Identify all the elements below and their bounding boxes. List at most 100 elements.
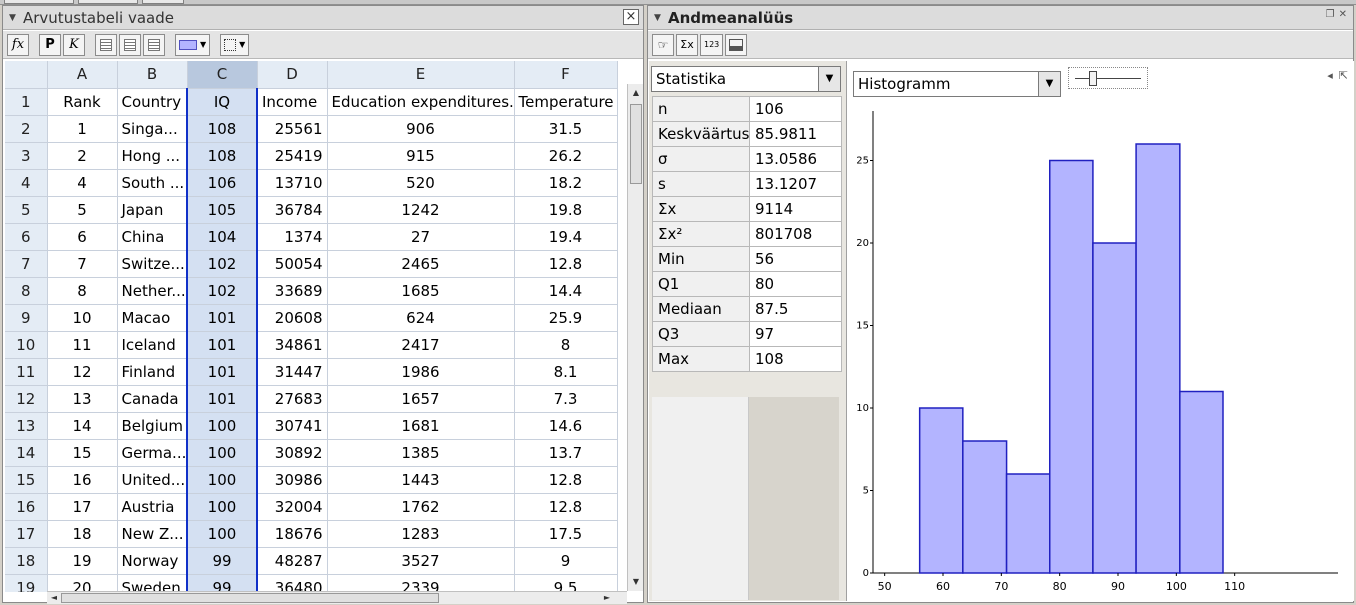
collapse-triangle-icon[interactable]: ▼ bbox=[9, 13, 23, 23]
cell[interactable]: 31.5 bbox=[514, 115, 618, 143]
row-header[interactable]: 9 bbox=[5, 304, 48, 332]
cell[interactable]: 101 bbox=[186, 331, 258, 359]
cell[interactable]: 100 bbox=[186, 412, 258, 440]
cell[interactable]: 1443 bbox=[327, 466, 515, 494]
cell[interactable]: 18.2 bbox=[514, 169, 618, 197]
cell[interactable]: 1685 bbox=[327, 277, 515, 305]
cell[interactable]: 20 bbox=[47, 574, 118, 592]
cell[interactable]: 100 bbox=[186, 520, 258, 548]
cell[interactable]: 16 bbox=[47, 466, 118, 494]
cell[interactable]: China bbox=[117, 223, 188, 251]
scroll-thumb[interactable] bbox=[61, 593, 439, 603]
cell[interactable]: 30892 bbox=[257, 439, 328, 467]
cell[interactable]: 5 bbox=[47, 196, 118, 224]
cell[interactable]: 1374 bbox=[257, 223, 328, 251]
cell[interactable]: 520 bbox=[327, 169, 515, 197]
cell[interactable]: 9 bbox=[514, 547, 618, 575]
cell[interactable]: Temperature bbox=[514, 88, 618, 116]
cell[interactable]: 19.8 bbox=[514, 196, 618, 224]
cell[interactable]: 101 bbox=[186, 385, 258, 413]
cell[interactable]: IQ bbox=[186, 88, 258, 116]
cell[interactable]: 30741 bbox=[257, 412, 328, 440]
row-header[interactable]: 13 bbox=[5, 412, 48, 440]
cell[interactable]: 2417 bbox=[327, 331, 515, 359]
row-header[interactable]: 17 bbox=[5, 520, 48, 548]
row-header[interactable]: 5 bbox=[5, 196, 48, 224]
swap-variables-button[interactable]: ☞ bbox=[652, 33, 674, 56]
vertical-scrollbar[interactable]: ▲ ▼ bbox=[627, 84, 643, 591]
scroll-up-icon[interactable]: ▲ bbox=[630, 86, 642, 100]
bold-button[interactable]: P bbox=[39, 33, 61, 56]
corner-cell[interactable] bbox=[5, 61, 48, 89]
fx-button[interactable]: fx bbox=[7, 33, 29, 56]
cell[interactable]: 6 bbox=[47, 223, 118, 251]
row-header[interactable]: 18 bbox=[5, 547, 48, 575]
cell[interactable]: 17 bbox=[47, 493, 118, 521]
row-header[interactable]: 4 bbox=[5, 169, 48, 197]
cell[interactable]: 2 bbox=[47, 142, 118, 170]
cell[interactable]: 108 bbox=[186, 142, 258, 170]
cell[interactable]: 36784 bbox=[257, 196, 328, 224]
window-tab[interactable] bbox=[4, 0, 74, 4]
cell[interactable]: 50054 bbox=[257, 250, 328, 278]
show-second-plot-button[interactable] bbox=[725, 33, 748, 56]
horizontal-scrollbar[interactable]: ◄ ► bbox=[47, 591, 627, 604]
cell[interactable]: 32004 bbox=[257, 493, 328, 521]
cell[interactable]: 18 bbox=[47, 520, 118, 548]
row-header[interactable]: 10 bbox=[5, 331, 48, 359]
cell[interactable]: 19 bbox=[47, 547, 118, 575]
cell[interactable]: 101 bbox=[186, 358, 258, 386]
cell[interactable]: 624 bbox=[327, 304, 515, 332]
align-left-button[interactable] bbox=[95, 33, 117, 56]
cell[interactable]: 17.5 bbox=[514, 520, 618, 548]
cell[interactable]: 102 bbox=[186, 277, 258, 305]
cell[interactable]: 101 bbox=[186, 304, 258, 332]
cell[interactable]: Iceland bbox=[117, 331, 188, 359]
cell[interactable]: 12 bbox=[47, 358, 118, 386]
scroll-left-icon[interactable]: ◄ bbox=[48, 592, 60, 604]
cell[interactable]: 2465 bbox=[327, 250, 515, 278]
cell[interactable]: 106 bbox=[186, 169, 258, 197]
cell[interactable]: 1385 bbox=[327, 439, 515, 467]
cell[interactable]: 33689 bbox=[257, 277, 328, 305]
background-color-button[interactable]: ▼ bbox=[175, 33, 211, 56]
cell[interactable]: 105 bbox=[186, 196, 258, 224]
border-style-button[interactable]: ▼ bbox=[220, 33, 250, 56]
column-header-c[interactable]: C bbox=[187, 61, 258, 89]
column-header-f[interactable]: F bbox=[514, 61, 618, 89]
cell[interactable]: 10 bbox=[47, 304, 118, 332]
cell[interactable]: Japan bbox=[117, 196, 188, 224]
cell[interactable]: Singa... bbox=[117, 115, 188, 143]
cell[interactable]: 3527 bbox=[327, 547, 515, 575]
cell[interactable]: Nether... bbox=[117, 277, 188, 305]
cell[interactable]: 100 bbox=[186, 466, 258, 494]
row-header[interactable]: 12 bbox=[5, 385, 48, 413]
row-header[interactable]: 16 bbox=[5, 493, 48, 521]
cell[interactable]: New Z... bbox=[117, 520, 188, 548]
cell[interactable]: 26.2 bbox=[514, 142, 618, 170]
cell[interactable]: 12.8 bbox=[514, 466, 618, 494]
cell[interactable]: 100 bbox=[186, 439, 258, 467]
column-header-b[interactable]: B bbox=[117, 61, 188, 89]
cell[interactable]: 13.7 bbox=[514, 439, 618, 467]
column-header-e[interactable]: E bbox=[327, 61, 515, 89]
cell[interactable]: Switze... bbox=[117, 250, 188, 278]
cell[interactable]: 9.5 bbox=[514, 574, 618, 592]
cell[interactable]: 27 bbox=[327, 223, 515, 251]
cell[interactable]: Macao bbox=[117, 304, 188, 332]
row-header[interactable]: 8 bbox=[5, 277, 48, 305]
cell[interactable]: Germa... bbox=[117, 439, 188, 467]
row-header[interactable]: 2 bbox=[5, 115, 48, 143]
show-statistics-button[interactable]: Σx bbox=[676, 33, 698, 56]
cell[interactable]: 36480 bbox=[257, 574, 328, 592]
cell[interactable]: 1242 bbox=[327, 196, 515, 224]
scroll-right-icon[interactable]: ► bbox=[601, 592, 613, 604]
scroll-thumb[interactable] bbox=[630, 104, 642, 184]
row-header[interactable]: 11 bbox=[5, 358, 48, 386]
row-header[interactable]: 15 bbox=[5, 466, 48, 494]
italic-button[interactable]: K bbox=[63, 33, 85, 56]
cell[interactable]: 48287 bbox=[257, 547, 328, 575]
cell[interactable]: South ... bbox=[117, 169, 188, 197]
cell[interactable]: 25.9 bbox=[514, 304, 618, 332]
close-icon[interactable]: ✕ bbox=[1339, 9, 1347, 20]
